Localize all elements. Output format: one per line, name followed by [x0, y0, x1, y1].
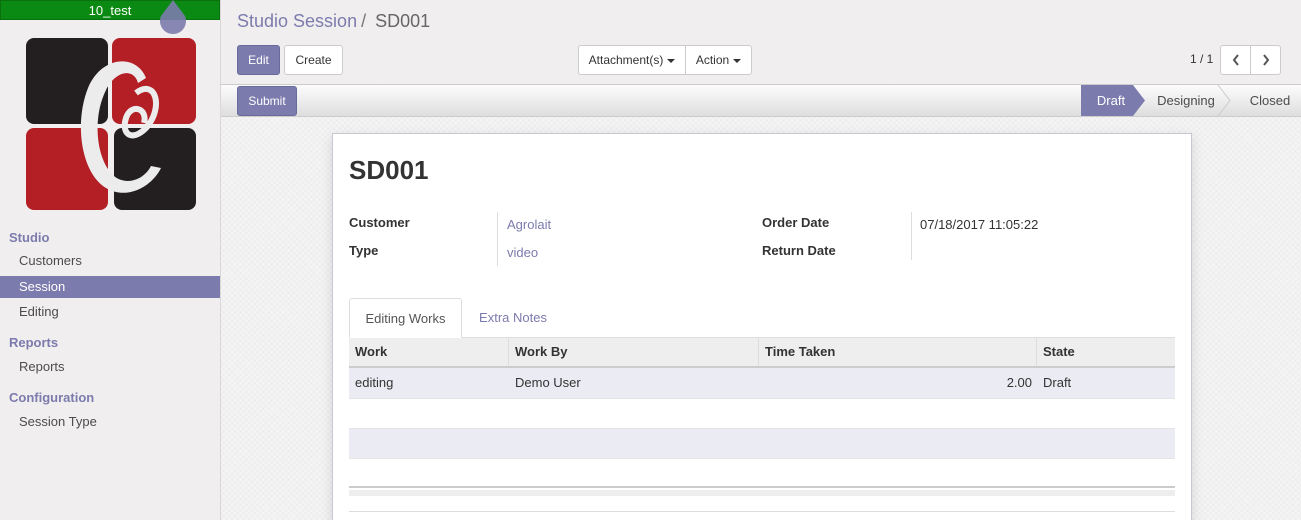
menu-section-studio: Studio — [9, 230, 50, 245]
empty-table-row — [349, 458, 1175, 488]
chevron-left-icon — [1232, 54, 1239, 66]
table-row[interactable]: editing Demo User 2.00 Draft — [349, 368, 1175, 398]
form-sheet: SD001 Customer Agrolait Type video Order… — [332, 133, 1192, 520]
customer-link[interactable]: Agrolait — [507, 217, 551, 232]
menu-section-configuration: Configuration — [9, 390, 95, 405]
company-logo[interactable] — [26, 38, 196, 210]
return-date-label: Return Date — [762, 243, 836, 258]
editing-works-table: Work Work By Time Taken State editing De… — [349, 338, 1175, 488]
type-label: Type — [349, 243, 379, 258]
tab-extra-notes[interactable]: Extra Notes — [467, 298, 559, 338]
breadcrumb-parent-link[interactable]: Studio Session — [237, 11, 357, 31]
main-content: Studio Session / SD001 Edit Create Attach… — [221, 0, 1301, 520]
record-title: SD001 — [349, 155, 429, 185]
table-header: Work Work By Time Taken State — [349, 338, 1175, 368]
field-divider — [911, 212, 912, 260]
status-bar: Submit Draft Designing Closed — [221, 84, 1301, 117]
customer-label: Customer — [349, 215, 410, 230]
menu-item-customers[interactable]: Customers — [0, 250, 220, 272]
menu-section-reports: Reports — [9, 335, 59, 350]
empty-table-row — [349, 398, 1175, 428]
table-footer — [349, 490, 1175, 496]
column-header-work[interactable]: Work — [349, 338, 509, 366]
droplet-icon — [160, 0, 186, 34]
menu-item-session-type[interactable]: Session Type — [0, 411, 220, 433]
pager-previous-button[interactable] — [1220, 45, 1251, 75]
breadcrumb-current: SD001 — [375, 11, 431, 31]
create-button[interactable]: Create — [284, 45, 343, 75]
attachments-dropdown[interactable]: Attachment(s) — [578, 45, 686, 75]
tab-editing-works[interactable]: Editing Works — [349, 298, 462, 338]
empty-table-row — [349, 428, 1175, 458]
table-footer-divider — [349, 486, 1175, 488]
cell-time-taken: 2.00 — [1006, 375, 1032, 390]
status-stage-designing[interactable]: Designing — [1156, 85, 1216, 116]
cell-work: editing — [355, 375, 394, 390]
order-date-label: Order Date — [762, 215, 830, 230]
chevron-right-icon — [1262, 54, 1269, 66]
status-stage-closed[interactable]: Closed — [1245, 85, 1295, 116]
status-stage-draft[interactable]: Draft — [1081, 85, 1141, 116]
column-header-time-taken[interactable]: Time Taken — [759, 338, 1037, 366]
type-link[interactable]: video — [507, 245, 538, 260]
order-date-value: 07/18/2017 11:05:22 — [920, 217, 1039, 232]
pager-value[interactable]: 1 / 1 — [1190, 52, 1213, 66]
caret-down-icon — [667, 58, 676, 63]
divider — [349, 511, 1175, 512]
menu-item-editing[interactable]: Editing — [0, 301, 220, 323]
cell-state: Draft — [1043, 375, 1072, 390]
edit-button[interactable]: Edit — [237, 45, 280, 75]
submit-button[interactable]: Submit — [237, 86, 297, 116]
cell-work-by: Demo User — [515, 375, 581, 390]
notebook-tabs: Editing Works Extra Notes — [349, 298, 1175, 338]
caret-down-icon — [733, 58, 742, 63]
control-panel: Studio Session / SD001 Edit Create Attach… — [221, 0, 1301, 84]
menu-item-reports[interactable]: Reports — [0, 356, 220, 378]
breadcrumb-separator: / — [361, 11, 367, 31]
column-header-state[interactable]: State — [1037, 338, 1175, 366]
attachments-label: Attachment(s) — [588, 53, 664, 67]
breadcrumb: Studio Session / SD001 — [237, 11, 430, 32]
field-divider — [497, 212, 498, 266]
pager-next-button[interactable] — [1250, 45, 1281, 75]
action-dropdown[interactable]: Action — [685, 45, 752, 75]
column-header-work-by[interactable]: Work By — [509, 338, 759, 366]
menu-item-session[interactable]: Session — [0, 276, 220, 298]
action-label: Action — [695, 53, 730, 67]
sidebar: 10_test Studio Customers Session Editing… — [0, 0, 221, 520]
